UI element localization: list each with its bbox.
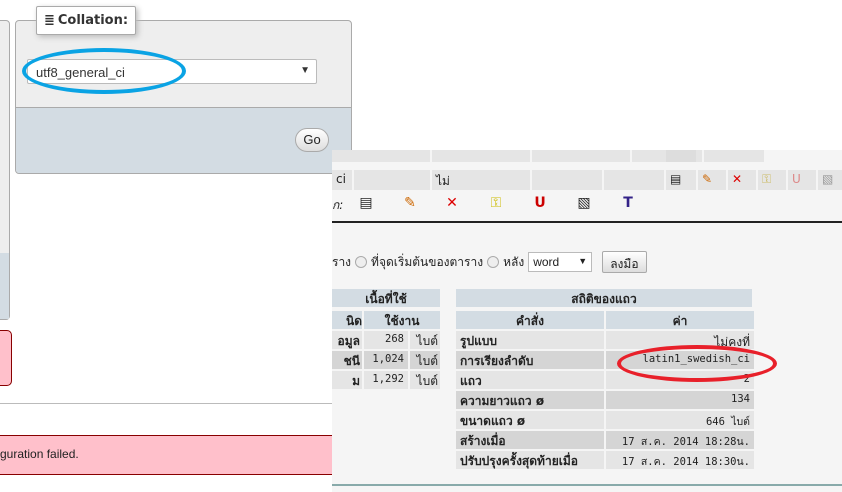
space-row-value: 268 xyxy=(364,331,408,349)
dropdown-arrow-icon: ▼ xyxy=(300,65,310,76)
left-panel-edge xyxy=(0,20,10,320)
stats-row-value: 646 ไบต์ xyxy=(606,411,754,429)
unique-icon[interactable]: U xyxy=(788,170,816,190)
after-radio[interactable] xyxy=(487,256,500,268)
unique-icon[interactable]: U xyxy=(532,195,548,211)
fulltext-icon[interactable]: T xyxy=(620,195,636,211)
delete-icon[interactable]: ✕ xyxy=(728,170,756,190)
dropdown-arrow-icon: ▼ xyxy=(578,256,588,266)
browse-icon[interactable]: ▤ xyxy=(666,170,696,190)
stats-row-label: การเรียงลำดับ xyxy=(456,351,604,369)
go-button[interactable]: ลงมือ xyxy=(602,251,647,273)
stats-row-label: แถว xyxy=(456,371,604,389)
space-row-value: 1,024 xyxy=(364,351,408,369)
highlight-oval-red xyxy=(617,345,777,382)
stats-row-value: 17 ส.ค. 2014 18:28น. xyxy=(606,431,754,449)
highlight-oval-blue xyxy=(22,48,186,94)
error-message: guration failed. xyxy=(0,435,332,475)
divider xyxy=(332,484,842,486)
table-row xyxy=(332,150,842,162)
index-icon[interactable]: ▧ xyxy=(818,170,842,190)
edit-icon[interactable]: ✎ xyxy=(698,170,726,190)
after-field-select[interactable]: word ▼ xyxy=(528,252,593,272)
edit-icon[interactable]: ✎ xyxy=(402,195,418,211)
stats-row-label: ขนาดแถว ø xyxy=(456,411,604,429)
error-box-partial xyxy=(0,330,12,386)
delete-icon[interactable]: ✕ xyxy=(444,195,460,211)
stats-row-label: รูปแบบ xyxy=(456,331,604,349)
divider xyxy=(0,403,332,404)
primary-key-icon[interactable]: ⚿ xyxy=(758,170,786,190)
collation-legend: ≣ Collation: xyxy=(36,6,136,35)
browse-icon[interactable]: ▤ xyxy=(358,195,374,211)
table-row: ci ไม่ ▤ ✎ ✕ ⚿ U ▧ xyxy=(332,170,842,190)
stats-row-label: ปรับปรุงครั้งสุดท้ายเมื่อ xyxy=(456,451,604,469)
table-structure-panel: ci ไม่ ▤ ✎ ✕ ⚿ U ▧ ก: ▤ ✎ ✕ ⚿ U ▧ T ราง … xyxy=(332,150,842,492)
primary-key-icon[interactable]: ⚿ xyxy=(488,195,504,211)
divider xyxy=(332,221,842,223)
stats-row-label: สร้างเมื่อ xyxy=(456,431,604,449)
list-icon: ≣ xyxy=(43,13,55,28)
space-row-unit: ไบต์ xyxy=(410,331,440,349)
space-row-unit: ไบต์ xyxy=(410,351,440,369)
space-row-label: ม xyxy=(332,371,362,389)
add-column-row: ราง ที่จุดเริ่มต้นของตาราง หลัง word ▼ ลง… xyxy=(332,251,647,273)
stats-row-value: 17 ส.ค. 2014 18:30น. xyxy=(606,451,754,469)
space-row-label: อมูล xyxy=(332,331,362,349)
stats-row-label: ความยาวแถว ø xyxy=(456,391,604,409)
go-button[interactable]: Go xyxy=(295,128,329,152)
at-start-radio[interactable] xyxy=(355,256,368,268)
stats-row-value: 134 xyxy=(606,391,754,409)
space-row-unit: ไบต์ xyxy=(410,371,440,389)
space-row-value: 1,292 xyxy=(364,371,408,389)
space-row-label: ชนี xyxy=(332,351,362,369)
index-icon[interactable]: ▧ xyxy=(576,195,592,211)
